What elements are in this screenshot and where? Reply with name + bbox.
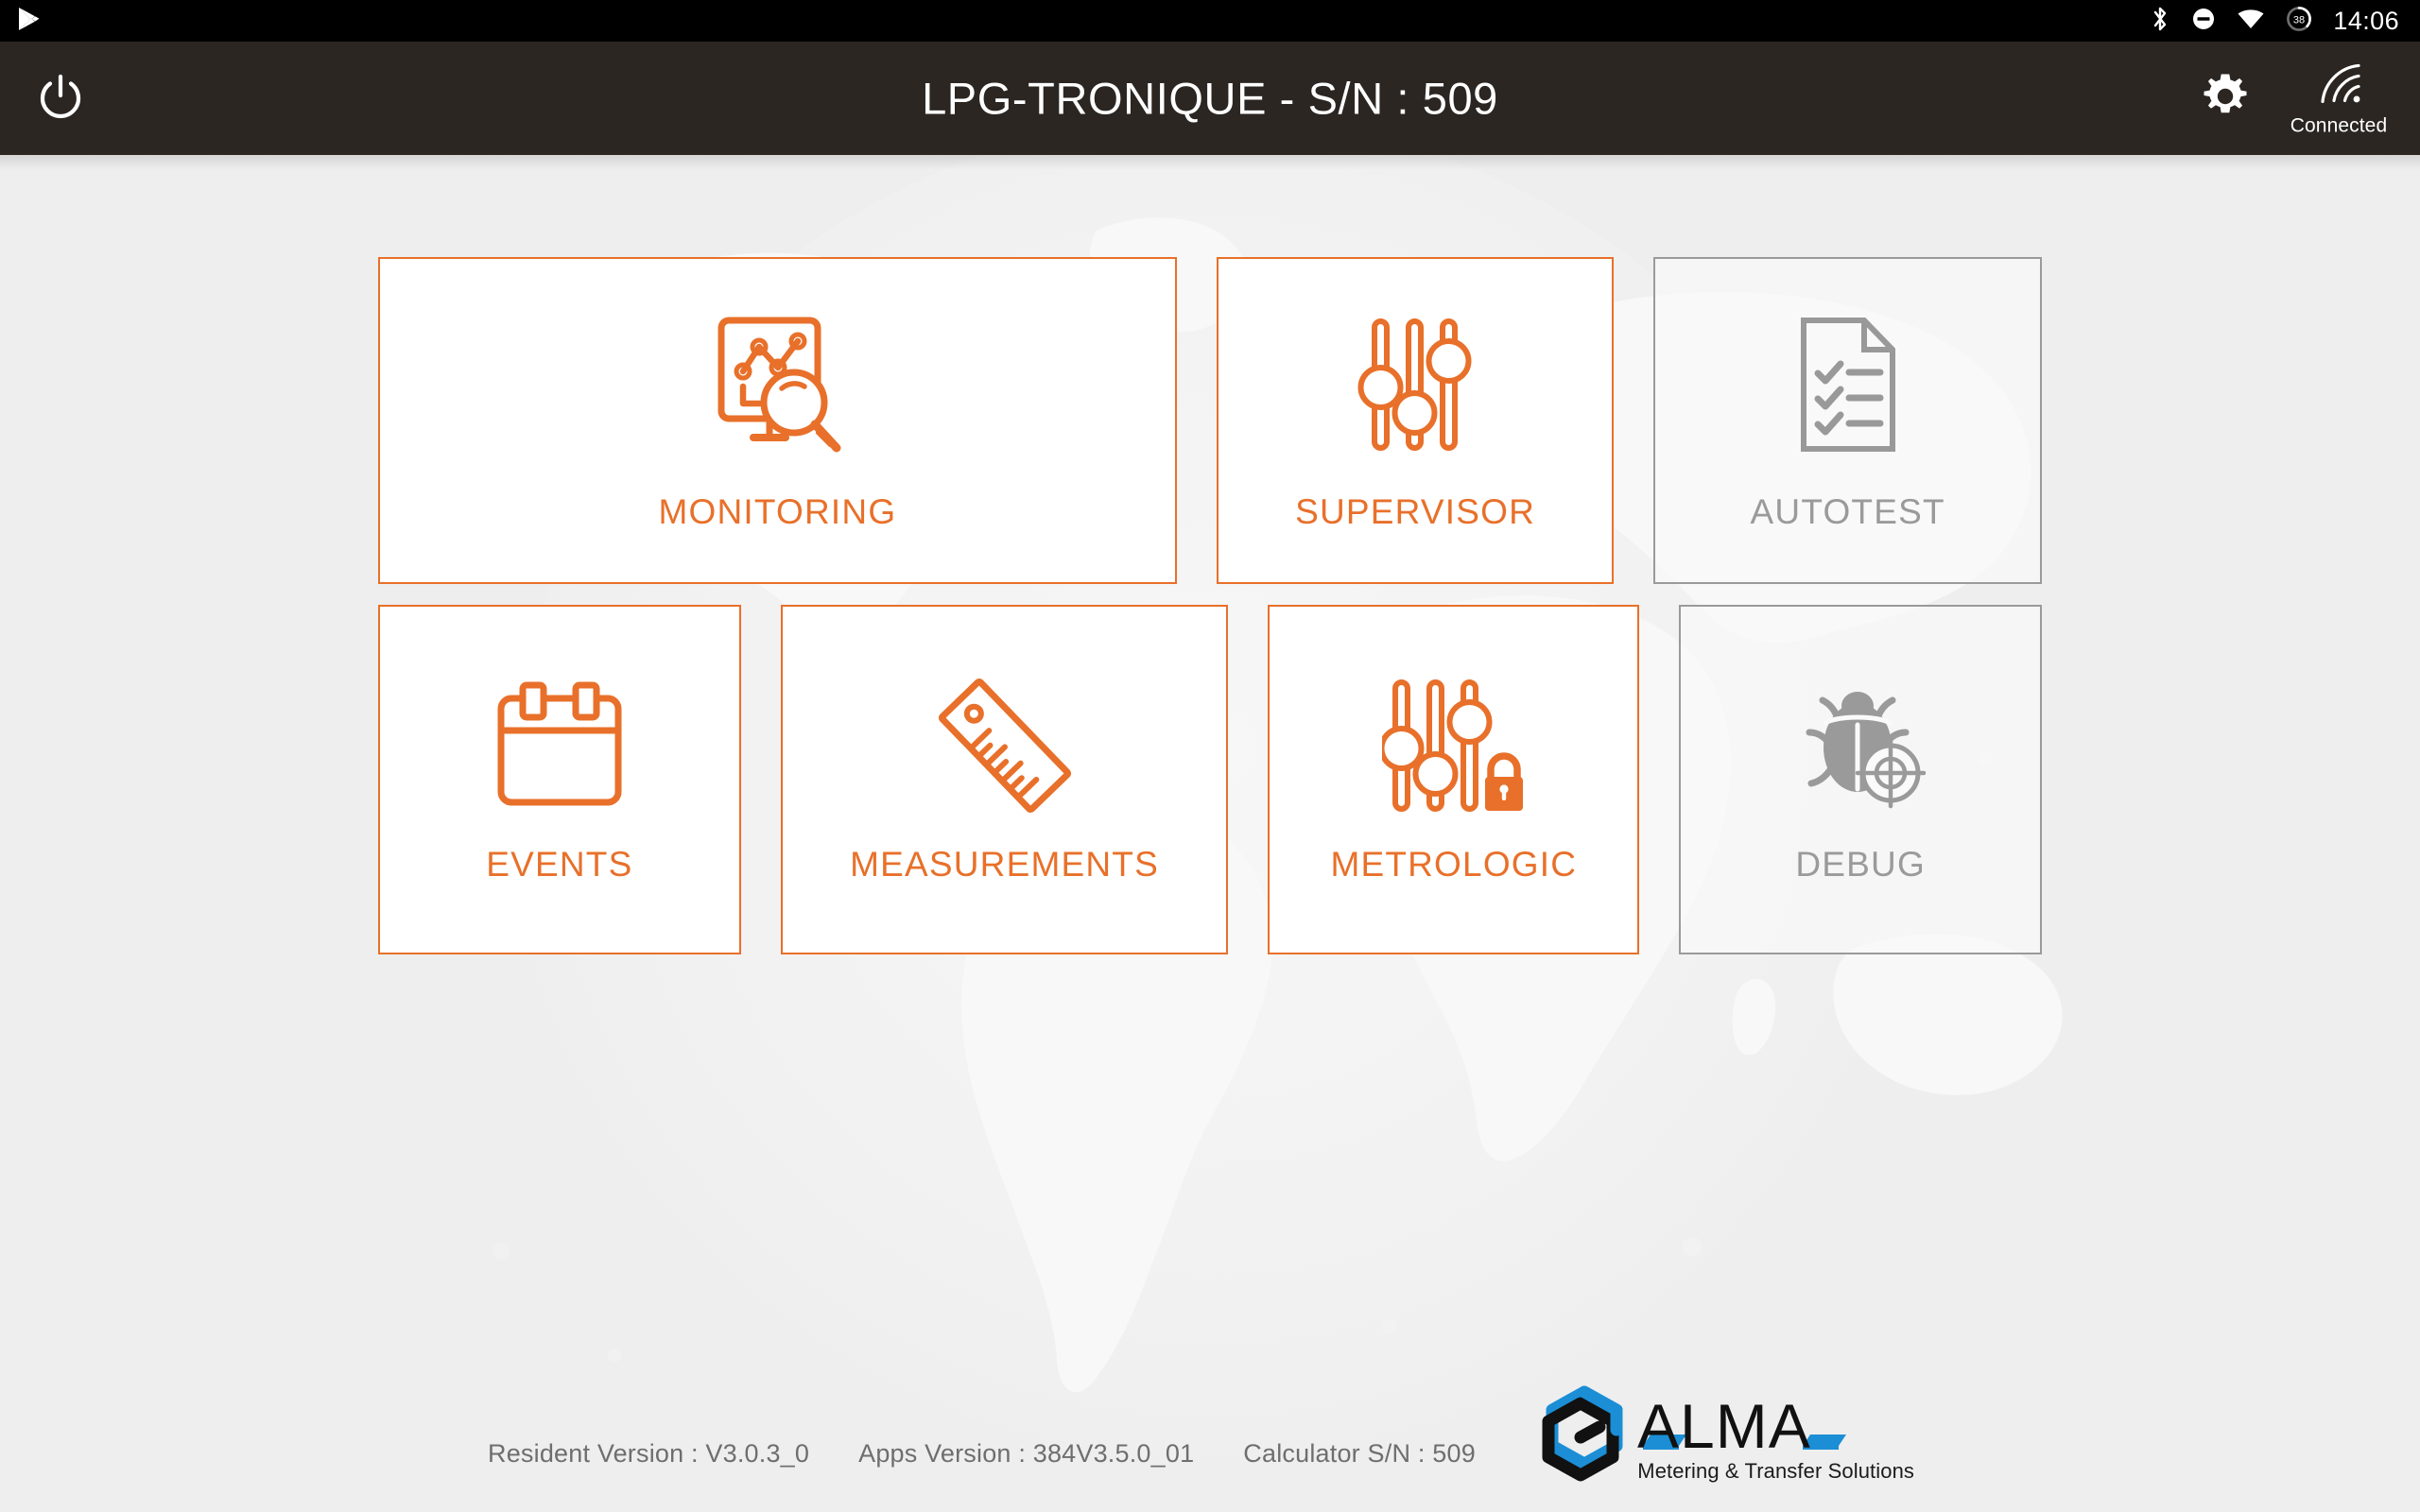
tile-measurements[interactable]: MEASUREMENTS bbox=[780, 605, 1229, 954]
bluetooth-icon bbox=[2150, 5, 2170, 38]
tile-label-supervisor: SUPERVISOR bbox=[1295, 492, 1536, 531]
alma-logo: ALMA Metering & Transfer Solutions bbox=[1530, 1381, 1914, 1491]
checklist-document-icon bbox=[1790, 309, 1906, 460]
sliders-lock-icon bbox=[1381, 675, 1526, 816]
tile-row-1: MONITORING SUPERVISOR AUTOTEST bbox=[378, 257, 2042, 584]
monitoring-chart-magnifier-icon bbox=[706, 309, 848, 460]
do-not-disturb-icon bbox=[2191, 7, 2216, 36]
sliders-icon bbox=[1355, 309, 1476, 460]
tile-label-autotest: AUTOTEST bbox=[1750, 492, 1945, 531]
tile-metrologic[interactable]: METROLOGIC bbox=[1268, 605, 1640, 954]
tile-label-metrologic: METROLOGIC bbox=[1330, 845, 1578, 884]
battery-level-text: 38 bbox=[2293, 14, 2305, 26]
android-status-bar: 38 14:06 bbox=[0, 0, 2420, 42]
app-header: LPG-TRONIQUE - S/N : 509 Connected bbox=[0, 42, 2420, 155]
gear-icon bbox=[2199, 70, 2252, 128]
tile-label-monitoring: MONITORING bbox=[658, 492, 897, 531]
tile-label-debug: DEBUG bbox=[1795, 845, 1926, 884]
bug-target-icon bbox=[1790, 675, 1930, 816]
status-bar-notifications bbox=[17, 6, 42, 37]
tile-autotest: AUTOTEST bbox=[1653, 257, 2042, 584]
svg-text:ALMA: ALMA bbox=[1637, 1391, 1811, 1457]
wifi-icon bbox=[2237, 8, 2265, 35]
ruler-icon bbox=[936, 675, 1074, 816]
tile-label-events: EVENTS bbox=[486, 845, 633, 884]
tile-monitoring[interactable]: MONITORING bbox=[378, 257, 1177, 584]
tile-debug: DEBUG bbox=[1679, 605, 2042, 954]
alma-wordmark: ALMA Metering & Transfer Solutions bbox=[1637, 1389, 1914, 1484]
version-info: Resident Version : V3.0.3_0 Apps Version… bbox=[488, 1439, 1476, 1469]
settings-button[interactable] bbox=[2196, 69, 2255, 128]
apps-version-label: Apps Version : 384V3.5.0_01 bbox=[858, 1439, 1195, 1468]
main-content-area: MONITORING SUPERVISOR AUTOTEST EVENTS ME… bbox=[0, 155, 2420, 1512]
tile-events[interactable]: EVENTS bbox=[378, 605, 741, 954]
status-bar-clock: 14:06 bbox=[2333, 6, 2399, 35]
battery-icon: 38 bbox=[2286, 6, 2312, 37]
signal-icon bbox=[2311, 60, 2366, 113]
menu-tile-grid: MONITORING SUPERVISOR AUTOTEST EVENTS ME… bbox=[378, 257, 2042, 975]
resident-version-label: Resident Version : V3.0.3_0 bbox=[488, 1439, 810, 1468]
calculator-sn-label: Calculator S/N : 509 bbox=[1243, 1439, 1476, 1468]
alma-hexagon-mark bbox=[1530, 1381, 1635, 1491]
alma-name: ALMA bbox=[1637, 1389, 1914, 1461]
connection-label: Connected bbox=[2290, 114, 2388, 137]
calendar-icon bbox=[493, 675, 626, 816]
page-title: LPG-TRONIQUE - S/N : 509 bbox=[922, 73, 1498, 124]
tile-supervisor[interactable]: SUPERVISOR bbox=[1216, 257, 1615, 584]
status-bar-system-icons: 38 14:06 bbox=[2150, 5, 2399, 38]
play-store-icon bbox=[17, 6, 42, 37]
alma-tagline: Metering & Transfer Solutions bbox=[1637, 1458, 1914, 1483]
footer: Resident Version : V3.0.3_0 Apps Version… bbox=[0, 1370, 2420, 1512]
header-shadow bbox=[0, 155, 2420, 170]
tile-row-2: EVENTS MEASUREMENTS METROLOGIC DEBUG bbox=[378, 605, 2042, 954]
connection-status[interactable]: Connected bbox=[2278, 60, 2399, 136]
tile-label-measurements: MEASUREMENTS bbox=[850, 845, 1159, 884]
